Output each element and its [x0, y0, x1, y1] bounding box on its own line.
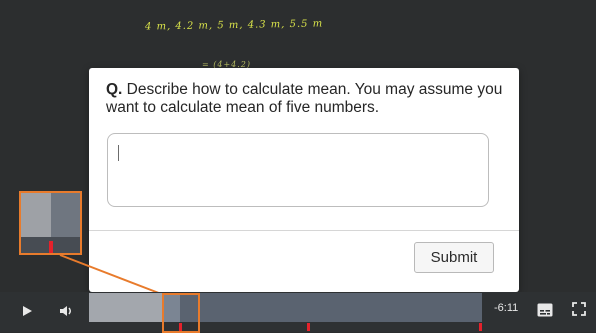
- text-cursor: [118, 145, 119, 161]
- progress-played: [89, 293, 164, 322]
- question-dialog: Q. Describe how to calculate mean. You m…: [89, 68, 519, 292]
- progress-bar[interactable]: [89, 293, 482, 331]
- volume-icon[interactable]: [58, 303, 74, 319]
- seek-thumbnail-preview: [19, 191, 82, 255]
- question-body: Describe how to calculate mean. You may …: [106, 81, 503, 116]
- seek-hover-indicator: [162, 293, 200, 333]
- handwritten-values: 4 m, 4.2 m, 5 m, 4.3 m, 5.5 m: [144, 18, 324, 33]
- dialog-divider: [89, 230, 519, 231]
- question-text: Q. Describe how to calculate mean. You m…: [106, 81, 506, 117]
- fullscreen-icon[interactable]: [572, 302, 586, 316]
- play-icon[interactable]: [20, 303, 34, 319]
- chapter-marker[interactable]: [307, 323, 310, 331]
- answer-input[interactable]: [107, 133, 489, 207]
- player-controls: -6:11: [0, 292, 596, 332]
- submit-button[interactable]: Submit: [414, 242, 494, 273]
- chapter-marker[interactable]: [479, 323, 482, 331]
- question-prefix: Q.: [106, 81, 123, 98]
- captions-icon[interactable]: [537, 303, 553, 317]
- time-remaining: -6:11: [494, 302, 519, 314]
